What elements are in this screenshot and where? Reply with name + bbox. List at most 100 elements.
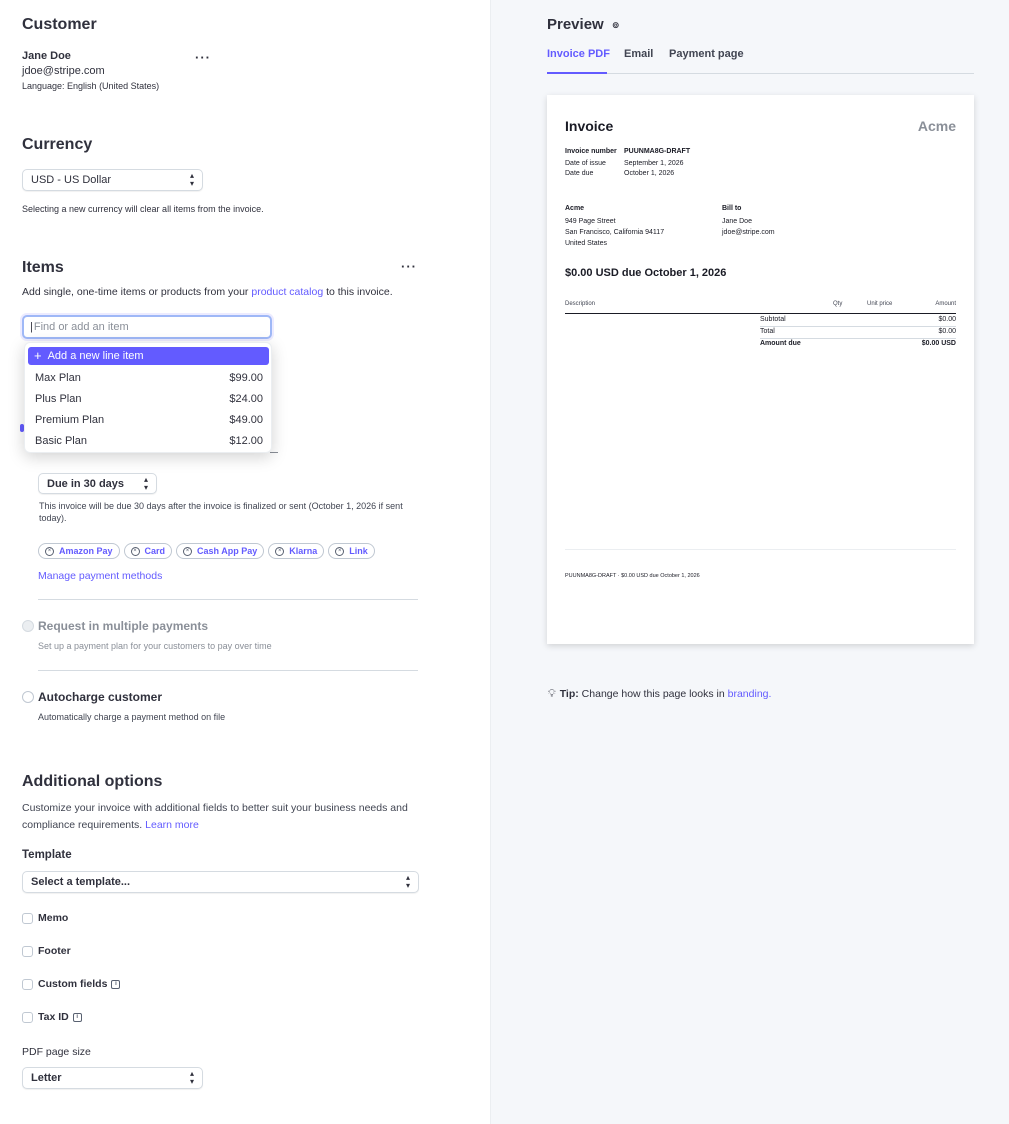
remove-circle-icon[interactable]: × <box>335 546 345 556</box>
preview-heading: Preview ⊚ <box>547 16 619 33</box>
payment-method-pill[interactable]: × Card <box>123 543 173 559</box>
item-search-placeholder: Find or add an item <box>33 321 129 333</box>
product-catalog-link[interactable]: product catalog <box>251 286 323 298</box>
invoice-number: PUUNMA8G-DRAFT <box>624 148 691 155</box>
currency-heading: Currency <box>22 136 93 153</box>
info-icon[interactable]: i <box>72 1012 82 1022</box>
remove-circle-icon[interactable]: × <box>183 546 193 556</box>
payment-methods-list: × Amazon Pay × Card × Cash App Pay × Klarna … <box>38 543 379 559</box>
invoice-number-label: Invoice number <box>565 148 617 155</box>
section-divider <box>38 670 418 671</box>
autocharge-desc: Automatically charge a payment method on… <box>38 712 226 722</box>
custom-fields-label: Custom fields i <box>38 978 121 990</box>
total-label: Total <box>760 328 775 335</box>
tax-id-checkbox[interactable] <box>22 1012 33 1023</box>
footer-rule <box>565 549 956 550</box>
additional-options-desc: Customize your invoice with additional f… <box>22 800 417 834</box>
additional-desc-text: Customize your invoice with additional f… <box>22 802 408 831</box>
tax-id-label: Tax ID i <box>38 1011 82 1023</box>
tax-id-text: Tax ID <box>38 1011 69 1023</box>
payment-method-pill[interactable]: × Link <box>328 543 375 559</box>
subtotal-value: $0.00 <box>938 316 956 323</box>
issue-date: September 1, 2026 <box>624 160 684 167</box>
template-select[interactable]: Select a template... ▴ ▾ <box>22 871 419 893</box>
remove-circle-icon[interactable]: × <box>275 546 285 556</box>
due-date-label: Date due <box>565 170 594 177</box>
tabs-underline <box>547 73 974 74</box>
chevron-updown-icon: ▴ ▾ <box>189 1069 194 1086</box>
payment-due-select[interactable]: Due in 30 days ▴ ▾ <box>38 473 157 494</box>
product-name: Premium Plan <box>35 413 105 426</box>
template-select-value: Select a template... <box>31 876 131 888</box>
product-name: Basic Plan <box>35 434 87 447</box>
product-option[interactable]: Max Plan $99.00 <box>25 367 273 388</box>
branding-link[interactable]: branding. <box>728 688 772 700</box>
currency-select-value: USD - US Dollar <box>31 174 112 186</box>
payment-method-pill[interactable]: × Cash App Pay <box>176 543 265 559</box>
customer-email: jdoe@stripe.com <box>22 65 105 77</box>
subtotal-label: Subtotal <box>760 316 786 323</box>
settings-circle-icon[interactable]: ⊚ <box>612 20 620 30</box>
tab-payment-page[interactable]: Payment page <box>669 48 744 60</box>
items-desc-suffix: to this invoice. <box>323 286 393 298</box>
tab-email[interactable]: Email <box>624 48 653 60</box>
row-rule <box>760 326 956 327</box>
product-name: Max Plan <box>35 371 81 384</box>
memo-checkbox[interactable] <box>22 913 33 924</box>
item-search-dropdown: + Add a new line item Max Plan $99.00 Plu… <box>24 342 272 453</box>
currency-help-text: Selecting a new currency will clear all … <box>22 204 264 214</box>
table-header-rule <box>565 313 956 314</box>
add-new-line-item-option[interactable]: + Add a new line item <box>28 347 269 365</box>
chevron-updown-icon: ▴ ▾ <box>405 873 410 890</box>
multiple-payments-radio[interactable] <box>22 620 34 632</box>
customer-more-menu-icon[interactable]: ··· <box>195 50 211 65</box>
product-price: $99.00 <box>229 371 263 384</box>
learn-more-link[interactable]: Learn more <box>145 819 199 831</box>
from-address-line1: 949 Page Street <box>565 218 616 225</box>
payment-method-pill[interactable]: × Amazon Pay <box>38 543 120 559</box>
plus-icon: + <box>34 348 42 363</box>
custom-fields-checkbox[interactable] <box>22 979 33 990</box>
remove-circle-icon[interactable]: × <box>130 546 140 556</box>
product-option[interactable]: Premium Plan $49.00 <box>25 409 273 430</box>
text-caret: | <box>30 321 33 333</box>
payment-method-label: Link <box>349 546 368 556</box>
items-more-menu-icon[interactable]: ··· <box>401 259 417 274</box>
product-option[interactable]: Basic Plan $12.00 <box>25 430 273 451</box>
additional-options-heading: Additional options <box>22 773 163 790</box>
product-price: $12.00 <box>229 434 263 447</box>
total-value: $0.00 <box>938 328 956 335</box>
item-search-input[interactable]: | Find or add an item <box>22 315 272 339</box>
preview-heading-text: Preview <box>547 16 604 33</box>
bill-to-label: Bill to <box>722 205 742 212</box>
customer-name: Jane Doe <box>22 50 71 62</box>
multiple-payments-desc: Set up a payment plan for your customers… <box>38 641 272 651</box>
memo-label: Memo <box>38 912 69 924</box>
col-unit-price: Unit price <box>867 301 893 307</box>
items-description: Add single, one-time items or products f… <box>22 286 393 298</box>
product-name: Plus Plan <box>35 392 82 405</box>
section-divider <box>38 599 418 600</box>
bill-to-email: jdoe@stripe.com <box>722 229 775 236</box>
info-icon[interactable]: i <box>111 979 121 989</box>
invoice-title: Invoice <box>565 118 614 134</box>
autocharge-radio[interactable] <box>22 691 34 703</box>
add-new-line-item-label: Add a new line item <box>47 350 144 362</box>
footer-checkbox[interactable] <box>22 946 33 957</box>
payment-method-label: Klarna <box>289 546 318 556</box>
col-description: Description <box>565 301 596 307</box>
invoice-editor-panel: Customer Jane Doe jdoe@stripe.com Langua… <box>0 0 490 1124</box>
chevron-updown-icon: ▴ ▾ <box>143 474 148 492</box>
product-option[interactable]: Plus Plan $24.00 <box>25 388 273 409</box>
amount-due-label: Amount due <box>760 340 801 347</box>
from-name: Acme <box>565 205 585 212</box>
amount-due-headline: $0.00 USD due October 1, 2026 <box>565 267 727 279</box>
pdf-page-size-select[interactable]: Letter ▴ ▾ <box>22 1067 203 1089</box>
currency-select[interactable]: USD - US Dollar ▴ ▾ <box>22 169 203 191</box>
payment-method-label: Card <box>144 546 166 556</box>
custom-fields-text: Custom fields <box>38 978 108 990</box>
remove-circle-icon[interactable]: × <box>45 546 54 556</box>
manage-payment-methods-link[interactable]: Manage payment methods <box>38 570 162 582</box>
tab-invoice-pdf[interactable]: Invoice PDF <box>547 48 610 60</box>
payment-method-pill[interactable]: × Klarna <box>268 543 325 559</box>
